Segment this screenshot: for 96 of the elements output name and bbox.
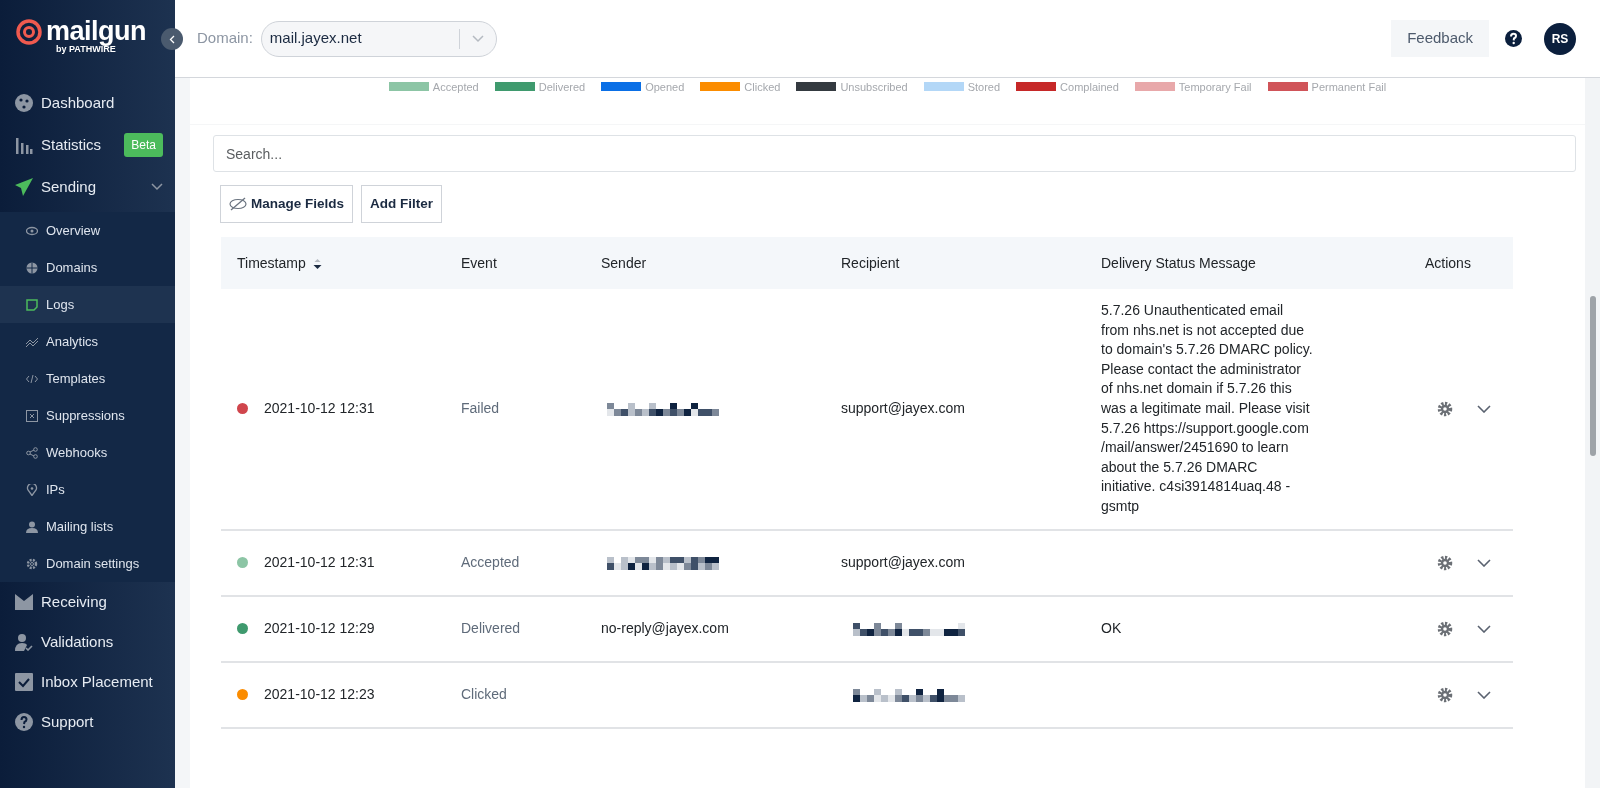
event-type: Clicked xyxy=(461,686,507,703)
share-icon xyxy=(26,446,38,459)
legend-label: Unsubscribed xyxy=(840,82,908,93)
x-square-icon xyxy=(26,409,38,422)
sidebar-item[interactable]: Receiving xyxy=(0,582,175,622)
sidebar-item[interactable]: Sending xyxy=(0,166,175,208)
eye-icon xyxy=(26,224,38,237)
sidebar-subitem[interactable]: Templates xyxy=(0,360,175,397)
caret-down-icon xyxy=(471,34,484,43)
location-pin-icon xyxy=(26,483,38,496)
expand-button[interactable] xyxy=(1477,558,1491,567)
user-avatar[interactable]: RS xyxy=(1544,22,1576,55)
checkbox-icon xyxy=(15,673,33,691)
legend-label: Permanent Fail xyxy=(1311,82,1387,93)
legend-label: Complained xyxy=(1060,82,1119,93)
legend-label: Opened xyxy=(645,82,685,93)
event-type: Failed xyxy=(461,400,500,417)
event-type: Delivered xyxy=(461,620,521,637)
settings-icon xyxy=(1437,554,1453,571)
sidebar-item[interactable]: Inbox Placement xyxy=(0,662,175,702)
chevron-left-icon xyxy=(169,34,175,44)
chevron-down-icon xyxy=(1477,558,1491,567)
expand-button[interactable] xyxy=(1477,690,1491,699)
paper-plane-icon xyxy=(15,178,33,196)
sender-email: no-reply@jayex.com xyxy=(601,620,729,637)
timestamp: 2021-10-12 12:31 xyxy=(264,553,375,573)
recipient-email: support@jayex.com xyxy=(841,554,965,571)
sidebar-subitem[interactable]: Webhooks xyxy=(0,434,175,471)
eye-slash-icon xyxy=(229,197,247,211)
recipient-email: support@jayex.com xyxy=(841,400,965,417)
legend-label: Temporary Fail xyxy=(1178,82,1252,93)
column-header: Recipient xyxy=(833,237,1093,289)
logo-byline: by PATHWIRE xyxy=(56,45,116,54)
sidebar-item[interactable]: Dashboard xyxy=(0,82,175,124)
gear-icon xyxy=(26,557,38,570)
settings-icon xyxy=(1437,620,1453,637)
legend-label: Clicked xyxy=(744,82,781,93)
sidebar-item[interactable]: Support xyxy=(0,702,175,742)
settings-button[interactable] xyxy=(1437,554,1453,571)
trend-icon xyxy=(26,335,38,348)
column-header[interactable]: Timestamp xyxy=(221,237,453,289)
dashboard-icon xyxy=(15,94,33,112)
chevron-down-icon xyxy=(1477,404,1491,413)
settings-button[interactable] xyxy=(1437,686,1453,703)
status-message: OK xyxy=(1101,618,1123,638)
column-header: Delivery Status Message xyxy=(1093,237,1413,289)
bar-chart-icon xyxy=(15,136,33,154)
chevron-down-icon xyxy=(1477,624,1491,633)
expand-button[interactable] xyxy=(1477,624,1491,633)
event-type: Accepted xyxy=(461,554,520,571)
sidebar-subitem[interactable]: IPs xyxy=(0,471,175,508)
legend-label: Stored xyxy=(967,82,1001,93)
column-header: Event xyxy=(453,237,593,289)
help-icon xyxy=(15,713,33,731)
sidebar-subitem[interactable]: Domains xyxy=(0,249,175,286)
sidebar-subitem[interactable]: Domain settings xyxy=(0,545,175,582)
legend-label: Delivered xyxy=(538,82,586,93)
timestamp: 2021-10-12 12:29 xyxy=(264,619,375,639)
expand-button[interactable] xyxy=(1477,404,1491,413)
manage-fields-button[interactable]: Manage Fields xyxy=(220,185,354,223)
sort-icon xyxy=(312,258,322,269)
column-header: Sender xyxy=(593,237,833,289)
settings-button[interactable] xyxy=(1437,400,1453,417)
add-filter-button[interactable]: Add Filter xyxy=(361,185,443,223)
help-icon xyxy=(1505,30,1522,47)
chevron-down-icon xyxy=(1477,690,1491,699)
envelope-icon xyxy=(15,594,33,610)
domain-select[interactable]: mail.jayex.net xyxy=(260,20,497,57)
logo-icon xyxy=(16,18,42,45)
user-icon xyxy=(26,520,38,533)
domain-label: Domain: xyxy=(197,28,253,49)
code-icon xyxy=(26,372,38,385)
column-header: Actions xyxy=(1413,237,1513,289)
sidebar-subitem[interactable]: Logs xyxy=(0,286,175,323)
legend-label: Accepted xyxy=(432,82,479,93)
timestamp: 2021-10-12 12:31 xyxy=(264,399,375,419)
chevron-icon xyxy=(151,183,163,191)
user-check-icon xyxy=(15,633,33,651)
sidebar-subitem[interactable]: Overview xyxy=(0,212,175,249)
feedback-button[interactable]: Feedback xyxy=(1391,20,1489,57)
settings-icon xyxy=(1437,686,1453,703)
sidebar-subitem[interactable]: Analytics xyxy=(0,323,175,360)
settings-icon xyxy=(1437,400,1453,417)
beta-badge: Beta xyxy=(124,133,163,157)
settings-button[interactable] xyxy=(1437,620,1453,637)
sidebar-item[interactable]: Statistics Beta xyxy=(0,124,175,166)
search-field[interactable]: Search... xyxy=(213,135,1576,172)
document-icon xyxy=(26,298,38,311)
globe-icon xyxy=(26,261,38,274)
logo-name: mailgun xyxy=(46,18,146,45)
scrollbar-thumb[interactable] xyxy=(1589,296,1596,456)
sidebar-subitem[interactable]: Mailing lists xyxy=(0,508,175,545)
status-message: 5.7.26 Unauthenticated email from nhs.net is not accepted due to domain's 5.7.26 DMARC policy. Please contact the administrator of nhs.net domain if 5.7.26 this was a legitimate mail. Please visit 5.7.26 https://support.google.com /mail/answer/2451690 to learn about the 5.7.26 DMARC initiative. c4si3914814uaq.48 - gsmtp xyxy=(1101,301,1313,516)
sidebar-item[interactable]: Validations xyxy=(0,622,175,662)
sidebar-subitem[interactable]: Suppressions xyxy=(0,397,175,434)
timestamp: 2021-10-12 12:23 xyxy=(264,685,375,705)
